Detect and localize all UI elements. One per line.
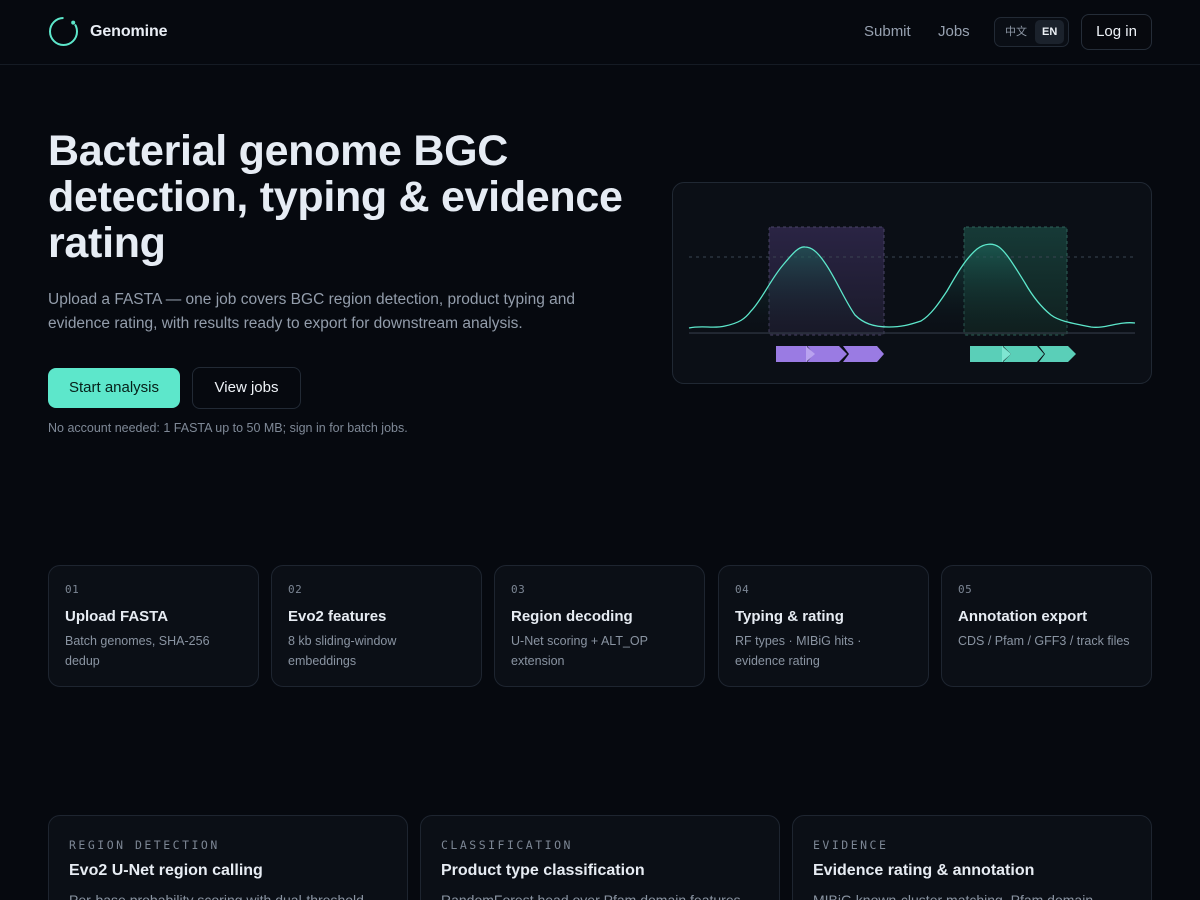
- step-number: 02: [288, 583, 303, 596]
- step-title: Evo2 features: [288, 608, 387, 625]
- bgc-signal-graphic: [688, 226, 1136, 362]
- feature-tag: REGION DETECTION: [69, 838, 220, 852]
- feature-card-classification: CLASSIFICATION Product type classificati…: [420, 815, 780, 900]
- brand-name: Genomine: [90, 22, 168, 40]
- pipeline-step-3: 03 Region decoding U-Net scoring + ALT_O…: [494, 565, 705, 687]
- lang-option-zh[interactable]: 中文: [998, 20, 1034, 44]
- feature-title: Product type classification: [441, 862, 645, 879]
- feature-tag: EVIDENCE: [813, 838, 889, 852]
- step-title: Upload FASTA: [65, 608, 169, 625]
- feature-card-evidence: EVIDENCE Evidence rating & annotation MI…: [792, 815, 1152, 900]
- step-title: Region decoding: [511, 608, 633, 625]
- signal-area: [689, 244, 1135, 333]
- gene-arrows-a: [776, 346, 884, 362]
- step-number: 05: [958, 583, 973, 596]
- step-title: Annotation export: [958, 608, 1088, 625]
- language-switch: 中文 EN: [994, 17, 1069, 47]
- pipeline-step-2: 02 Evo2 features 8 kb sliding-window emb…: [271, 565, 482, 687]
- pipeline-step-5: 05 Annotation export CDS / Pfam / GFF3 /…: [941, 565, 1152, 687]
- gene-arrows-b: [970, 346, 1076, 362]
- hero-note: No account needed: 1 FASTA up to 50 MB; …: [48, 421, 408, 435]
- feature-description: RandomForest head over Pfam domain featu…: [441, 892, 741, 900]
- feature-description: MIBiG known-cluster matching, Pfam domai…: [813, 892, 1094, 900]
- step-title: Typing & rating: [735, 608, 844, 625]
- nav-jobs-link[interactable]: Jobs: [938, 23, 970, 40]
- step-description: RF types · MIBiG hits · evidence rating: [735, 634, 862, 668]
- start-analysis-button[interactable]: Start analysis: [48, 368, 180, 408]
- feature-title: Evidence rating & annotation: [813, 862, 1035, 879]
- step-number: 03: [511, 583, 526, 596]
- step-description: CDS / Pfam / GFF3 / track files: [958, 634, 1130, 648]
- lang-option-en[interactable]: EN: [1035, 20, 1065, 44]
- view-jobs-button[interactable]: View jobs: [192, 367, 301, 409]
- top-bar: Genomine Submit Jobs 中文 EN Log in: [0, 0, 1200, 65]
- feature-title: Evo2 U-Net region calling: [69, 862, 263, 879]
- pipeline-step-4: 04 Typing & rating RF types · MIBiG hits…: [718, 565, 929, 687]
- step-number: 04: [735, 583, 750, 596]
- nav-submit-link[interactable]: Submit: [864, 23, 911, 40]
- genome-track-illustration: [672, 182, 1152, 384]
- step-description: U-Net scoring + ALT_OP extension: [511, 634, 648, 668]
- step-description: Batch genomes, SHA-256 dedup: [65, 634, 210, 668]
- brand[interactable]: Genomine: [48, 16, 168, 47]
- hero-subtitle: Upload a FASTA — one job covers BGC regi…: [48, 291, 576, 332]
- step-description: 8 kb sliding-window embeddings: [288, 634, 397, 668]
- feature-card-region-detection: REGION DETECTION Evo2 U-Net region calli…: [48, 815, 408, 900]
- step-number: 01: [65, 583, 80, 596]
- hero-title: Bacterial genome BGC detection, typing &…: [48, 127, 623, 267]
- login-button[interactable]: Log in: [1081, 14, 1152, 50]
- feature-description: Per-base probability scoring with dual-t…: [69, 892, 364, 900]
- feature-tag: CLASSIFICATION: [441, 838, 573, 852]
- pipeline-step-1: 01 Upload FASTA Batch genomes, SHA-256 d…: [48, 565, 259, 687]
- genomine-logo-icon: [49, 16, 78, 46]
